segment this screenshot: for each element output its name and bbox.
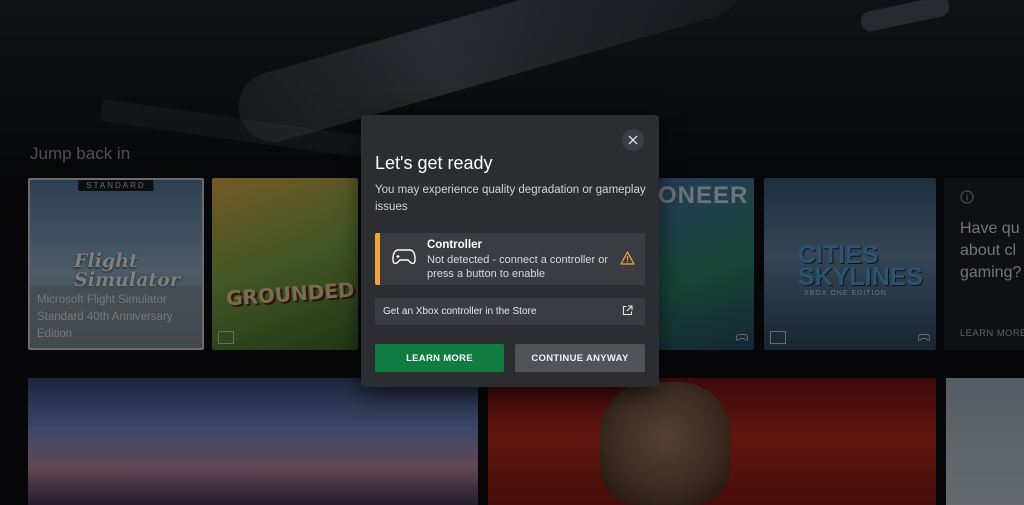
dialog-title: Let's get ready xyxy=(375,153,493,173)
controller-status-card: Controller Not detected - connect a cont… xyxy=(375,233,645,285)
external-link-icon xyxy=(622,305,633,319)
store-link[interactable]: Get an Xbox controller in the Store xyxy=(375,298,645,325)
warning-icon xyxy=(620,251,635,270)
gamepad-icon xyxy=(392,248,416,271)
controller-title: Controller xyxy=(427,239,482,251)
dialog-message: You may experience quality degradation o… xyxy=(375,184,646,213)
lets-get-ready-dialog: Let's get ready You may experience quali… xyxy=(361,115,659,387)
controller-status-text: Not detected - connect a controller or p… xyxy=(427,254,608,280)
close-icon xyxy=(628,135,638,145)
close-button[interactable] xyxy=(622,129,644,151)
continue-anyway-button[interactable]: CONTINUE ANYWAY xyxy=(515,344,645,372)
learn-more-button[interactable]: LEARN MORE xyxy=(375,344,504,372)
store-link-label: Get an Xbox controller in the Store xyxy=(383,306,537,317)
